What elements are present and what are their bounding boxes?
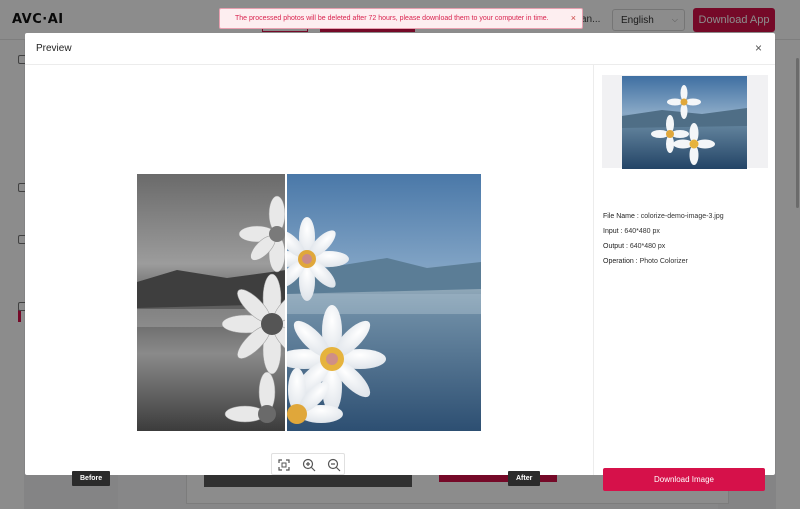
before-label: Before xyxy=(72,471,111,486)
info-operation: Operation : Photo Colorizer xyxy=(603,258,688,265)
toast-close-icon[interactable]: × xyxy=(571,9,576,28)
thumbnail-frame xyxy=(602,75,768,169)
toast-message: The processed photos will be deleted aft… xyxy=(235,15,549,22)
download-image-button[interactable]: Download Image xyxy=(603,468,765,491)
info-output: Output : 640*480 px xyxy=(603,243,665,250)
comparison-image xyxy=(137,174,481,431)
zoom-out-icon[interactable] xyxy=(326,457,342,473)
info-output-key: Output : xyxy=(603,243,628,250)
modal-title: Preview xyxy=(36,43,72,54)
info-input-value: 640*480 px xyxy=(624,228,660,235)
info-output-value: 640*480 px xyxy=(629,243,666,250)
info-operation-value: Photo Colorizer xyxy=(639,258,688,265)
preview-pane: Before After xyxy=(25,65,593,486)
zoom-toolbar xyxy=(271,453,345,475)
result-thumbnail xyxy=(622,76,747,169)
zoom-in-icon[interactable] xyxy=(301,457,317,473)
after-label: After xyxy=(508,471,541,486)
modal-header: Preview × xyxy=(25,33,775,65)
before-after-comparison[interactable] xyxy=(137,174,481,431)
deletion-notice-toast: The processed photos will be deleted aft… xyxy=(219,8,583,29)
info-file-name: File Name : colorize-demo-image-3.jpg xyxy=(603,213,724,220)
info-input: Input : 640*480 px xyxy=(603,228,660,235)
info-input-key: Input : xyxy=(603,228,623,235)
close-icon[interactable]: × xyxy=(755,41,762,55)
info-panel: File Name : colorize-demo-image-3.jpg In… xyxy=(594,65,775,491)
preview-modal: Preview × Before After File Name: color… xyxy=(25,33,775,491)
comparison-divider xyxy=(285,174,287,431)
info-file-name-value: colorize-demo-image-3.jpg xyxy=(640,213,724,220)
info-operation-key: Operation : xyxy=(603,258,638,265)
fit-screen-icon[interactable] xyxy=(276,457,292,473)
info-file-name-key: File Name : xyxy=(603,213,639,220)
